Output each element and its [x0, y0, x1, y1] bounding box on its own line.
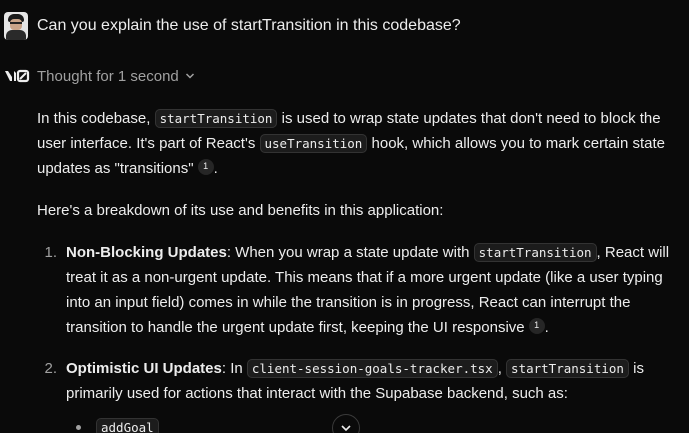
inline-code: startTransition — [154, 109, 278, 128]
inline-code: addGoal — [96, 418, 159, 433]
list-item: 1. Non-Blocking Updates: When you wrap a… — [44, 243, 670, 336]
list-item-title: Non-Blocking Updates — [66, 244, 227, 261]
citation-badge[interactable]: 1 — [528, 317, 545, 334]
list-item: 2. Optimistic UI Updates: In client-sess… — [44, 359, 644, 402]
answer-list: 1. Non-Blocking Updates: When you wrap a… — [37, 240, 677, 406]
answer-paragraph-2: Here's a breakdown of its use and benefi… — [37, 202, 444, 219]
inline-code: startTransition — [473, 243, 597, 262]
avatar — [4, 12, 28, 40]
inline-code: client-session-goals-tracker.tsx — [246, 359, 498, 378]
inline-code: startTransition — [506, 359, 629, 378]
user-question: Can you explain the use of startTransiti… — [37, 17, 461, 34]
chevron-down-icon — [185, 71, 195, 81]
inline-code: useTransition — [259, 134, 368, 153]
user-message: Can you explain the use of startTransiti… — [4, 12, 461, 40]
citation-badge[interactable]: 1 — [197, 158, 214, 175]
answer-paragraph-1: In this codebase, startTransition is use… — [37, 109, 665, 177]
v0-logo-icon — [4, 67, 30, 85]
sub-list-item: addGoal — [76, 418, 159, 433]
thought-label: Thought for 1 second — [37, 67, 179, 85]
list-item-title: Optimistic UI Updates — [66, 360, 222, 377]
assistant-answer: In this codebase, startTransition is use… — [37, 106, 677, 422]
thought-toggle[interactable]: Thought for 1 second — [4, 67, 195, 85]
bullet — [76, 425, 81, 430]
chevron-down-icon — [341, 425, 351, 432]
